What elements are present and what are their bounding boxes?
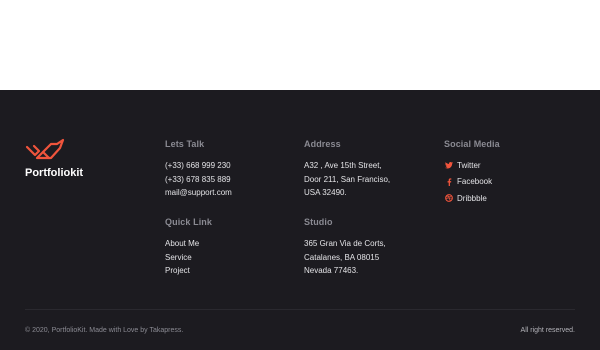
social-media-heading: Social Media bbox=[444, 139, 500, 149]
email-link[interactable]: mail@support.com bbox=[165, 186, 232, 200]
social-media-column: Social Media Twitter Facebook Dribbble bbox=[444, 139, 500, 207]
dribbble-label: Dribbble bbox=[457, 193, 487, 203]
social-link-dribbble[interactable]: Dribbble bbox=[444, 190, 500, 207]
copyright-text: © 2020, PortfolioKit. Made with Love by … bbox=[25, 327, 184, 334]
quick-link-column: Quick Link About Me Service Project bbox=[165, 217, 212, 278]
lets-talk-column: Lets Talk (+33) 668 999 230 (+33) 678 83… bbox=[165, 139, 232, 200]
address-line: USA 32490. bbox=[304, 188, 347, 197]
quick-link-service[interactable]: Service bbox=[165, 251, 212, 265]
facebook-icon bbox=[444, 177, 453, 186]
page-content-area bbox=[0, 0, 600, 90]
social-link-twitter[interactable]: Twitter bbox=[444, 157, 500, 174]
twitter-icon bbox=[444, 161, 453, 170]
quick-link-about[interactable]: About Me bbox=[165, 237, 212, 251]
facebook-label: Facebook bbox=[457, 177, 493, 187]
studio-line: Catalanes, BA 08015 bbox=[304, 252, 380, 262]
lets-talk-heading: Lets Talk bbox=[165, 139, 205, 149]
studio-line: Nevada 77463. bbox=[304, 266, 359, 275]
quick-link-project[interactable]: Project bbox=[165, 264, 212, 278]
rights-text: All right reserved. bbox=[520, 327, 575, 334]
phone-1[interactable]: (+33) 668 999 230 bbox=[165, 159, 232, 173]
brand-name[interactable]: Portfoliokit bbox=[25, 167, 83, 179]
bird-logo-icon bbox=[25, 138, 65, 160]
quick-link-heading: Quick Link bbox=[165, 217, 213, 227]
address-heading: Address bbox=[304, 139, 341, 149]
studio-column: Studio 365 Gran Via de Corts, Catalanes,… bbox=[304, 217, 386, 278]
brand-logo[interactable] bbox=[25, 138, 65, 162]
phone-2[interactable]: (+33) 678 835 889 bbox=[165, 173, 232, 187]
twitter-label: Twitter bbox=[457, 160, 481, 170]
social-link-facebook[interactable]: Facebook bbox=[444, 174, 500, 191]
footer-divider bbox=[25, 309, 575, 310]
address-column: Address A32 , Ave 15th Street, Door 211,… bbox=[304, 139, 390, 200]
address-line: Door 211, San Franciso, bbox=[304, 174, 391, 184]
dribbble-icon bbox=[444, 194, 453, 203]
studio-line: 365 Gran Via de Corts, bbox=[304, 239, 386, 248]
site-footer: Portfoliokit Lets Talk (+33) 668 999 230… bbox=[0, 90, 600, 350]
studio-heading: Studio bbox=[304, 217, 333, 227]
address-line: A32 , Ave 15th Street, bbox=[304, 161, 382, 170]
